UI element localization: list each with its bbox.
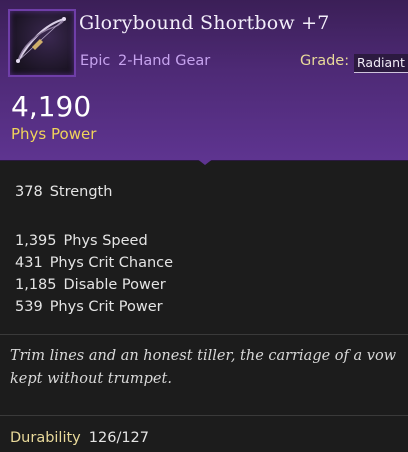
stat-value: 1,185 bbox=[15, 277, 57, 293]
durability-value: 126/127 bbox=[88, 430, 150, 446]
stat-row: 1,395 Phys Speed bbox=[15, 233, 148, 249]
stat-value: 378 bbox=[15, 184, 43, 200]
stat-name: Disable Power bbox=[63, 277, 166, 293]
stat-row: 378 Strength bbox=[15, 184, 112, 200]
section-divider bbox=[0, 415, 408, 416]
tooltip-header: Glorybound Shortbow +7 Epic 2-Hand Gear … bbox=[0, 0, 408, 161]
stat-row: 431 Phys Crit Chance bbox=[15, 255, 173, 271]
grade-value[interactable]: Radiant bbox=[354, 54, 408, 73]
item-slot: 2-Hand Gear bbox=[118, 53, 211, 69]
item-name: Glorybound Shortbow +7 bbox=[79, 12, 330, 34]
item-rarity: Epic bbox=[80, 53, 111, 69]
header-notch bbox=[196, 158, 214, 165]
stat-name: Phys Crit Chance bbox=[49, 255, 174, 271]
grade-label: Grade: bbox=[300, 53, 350, 69]
lore-line: kept without trumpet. bbox=[10, 371, 172, 387]
stat-value: 539 bbox=[15, 299, 43, 315]
stat-name: Strength bbox=[49, 184, 113, 200]
shortbow-icon bbox=[8, 9, 76, 77]
lore-line: Trim lines and an honest tiller, the car… bbox=[10, 348, 397, 364]
stat-name: Phys Crit Power bbox=[49, 299, 163, 315]
stat-row: 539 Phys Crit Power bbox=[15, 299, 163, 315]
item-tooltip: Glorybound Shortbow +7 Epic 2-Hand Gear … bbox=[0, 0, 408, 452]
stat-value: 1,395 bbox=[15, 233, 57, 249]
section-divider bbox=[0, 334, 408, 335]
power-value: 4,190 bbox=[11, 90, 92, 123]
power-label: Phys Power bbox=[11, 125, 97, 143]
durability-label: Durability bbox=[10, 430, 81, 446]
durability-row: Durability 126/127 bbox=[10, 430, 149, 446]
stat-name: Phys Speed bbox=[63, 233, 148, 249]
stat-row: 1,185 Disable Power bbox=[15, 277, 166, 293]
stat-value: 431 bbox=[15, 255, 43, 271]
item-lore: Trim lines and an honest tiller, the car… bbox=[10, 345, 400, 391]
